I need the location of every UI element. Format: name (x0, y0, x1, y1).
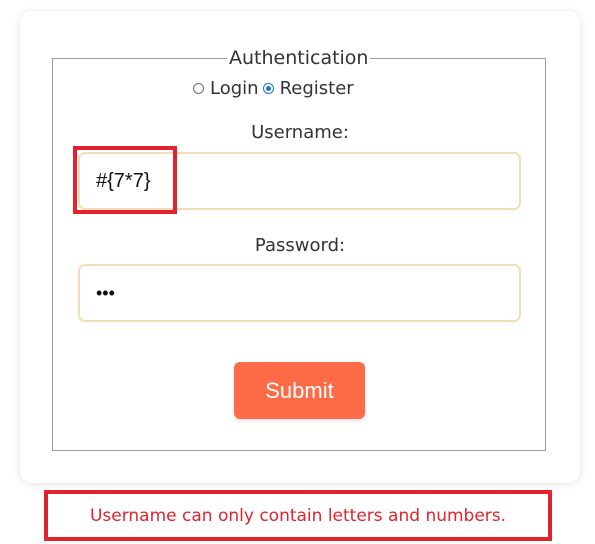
fieldset-legend: Authentication (229, 47, 369, 69)
error-message: Username can only contain letters and nu… (44, 490, 552, 541)
username-label: Username: (251, 122, 349, 143)
password-input[interactable]: ••• (78, 264, 521, 322)
login-radio-label[interactable]: Login (210, 78, 259, 99)
username-highlight-box (73, 146, 177, 214)
submit-button[interactable]: Submit (234, 362, 365, 419)
mode-radio-group: Login Register (193, 76, 358, 100)
register-radio-label[interactable]: Register (280, 78, 354, 99)
password-input-value: ••• (96, 282, 115, 303)
password-label: Password: (254, 235, 346, 256)
register-radio[interactable] (262, 82, 274, 94)
login-radio[interactable] (193, 82, 204, 94)
